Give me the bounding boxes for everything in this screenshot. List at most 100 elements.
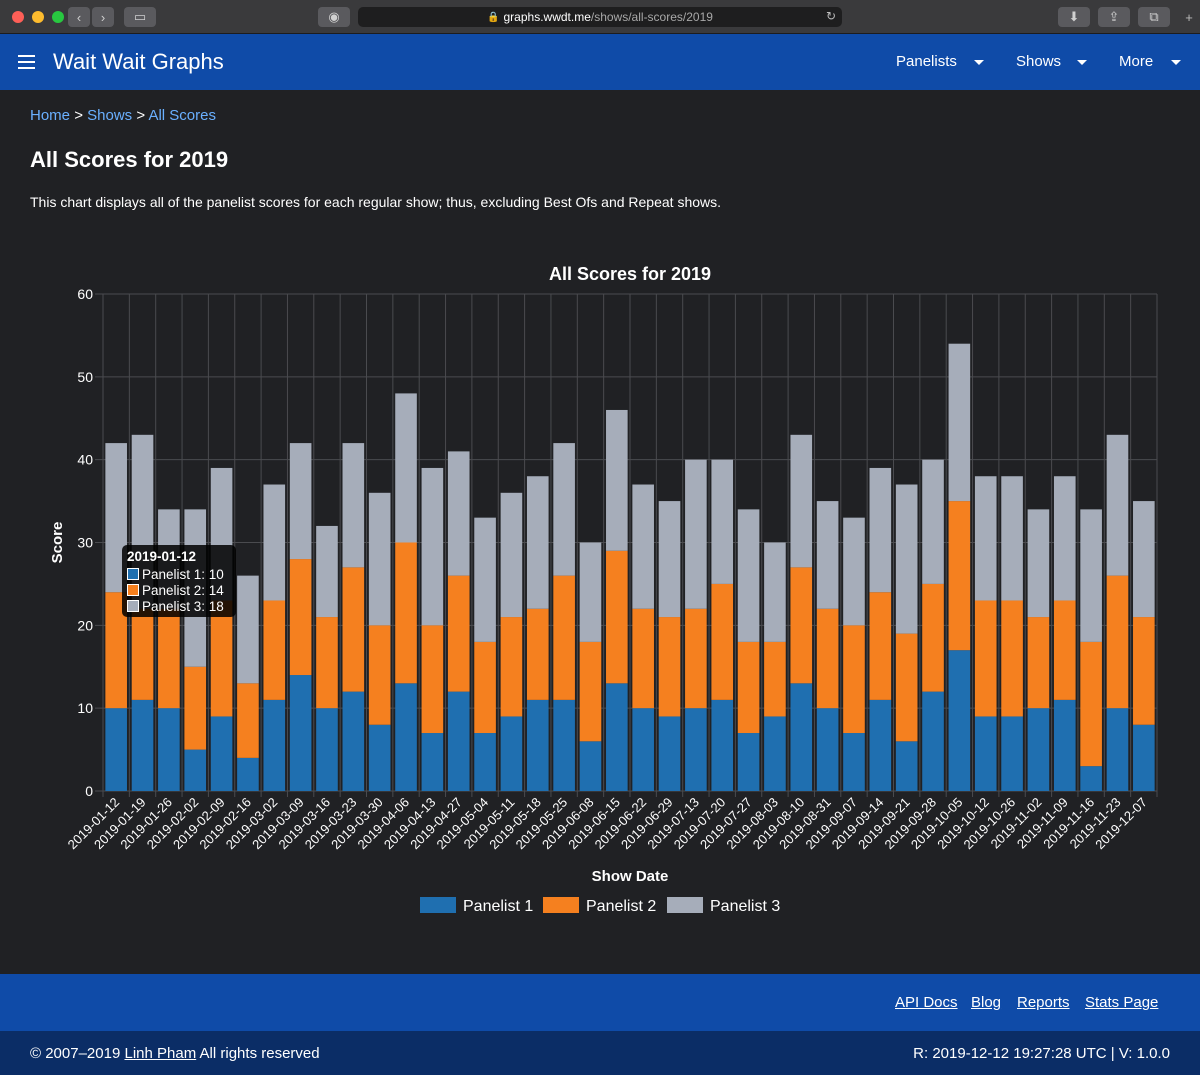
- y-tick-label: 60: [77, 286, 93, 302]
- chevron-down-icon[interactable]: [1077, 60, 1087, 65]
- bar-segment: [526, 608, 549, 700]
- back-icon[interactable]: ‹: [68, 7, 90, 27]
- footer-link-api-docs[interactable]: API Docs: [895, 994, 958, 1011]
- tabs-overview-icon[interactable]: ⧉: [1138, 7, 1170, 27]
- footer-link-stats-page[interactable]: Stats Page: [1085, 994, 1158, 1011]
- bar-segment: [816, 708, 839, 791]
- chevron-down-icon[interactable]: [974, 60, 984, 65]
- legend-swatch: [667, 897, 703, 913]
- bar-segment: [184, 749, 207, 791]
- chart-title: All Scores for 2019: [549, 264, 711, 284]
- bar-segment: [737, 509, 760, 642]
- zoom-window-button[interactable]: [52, 11, 64, 23]
- legend-label: Panelist 2: [586, 898, 656, 915]
- bar-segment: [395, 542, 417, 684]
- bar-segment: [263, 699, 286, 791]
- bar-segment: [553, 575, 575, 700]
- menu-icon[interactable]: [18, 55, 35, 69]
- minimize-window-button[interactable]: [32, 11, 44, 23]
- bar-segment: [500, 492, 523, 618]
- bar-segment: [1053, 476, 1076, 601]
- breadcrumb-home[interactable]: Home: [30, 107, 70, 124]
- bar-segment: [553, 699, 575, 791]
- tooltip-row: Panelist 1: 10: [127, 566, 231, 582]
- bar-segment: [131, 699, 154, 791]
- bar-segment: [447, 575, 470, 692]
- nav-more[interactable]: More: [1119, 53, 1153, 70]
- bar-segment: [210, 716, 233, 791]
- tooltip-row: Panelist 3: 18: [127, 598, 231, 614]
- bar-segment: [263, 484, 286, 601]
- bar-segment: [474, 517, 496, 642]
- bar-segment: [922, 459, 944, 584]
- bar-segment: [790, 434, 813, 568]
- bar-segment: [922, 691, 944, 791]
- bar-segment: [895, 633, 918, 742]
- bar-segment: [869, 699, 892, 791]
- tooltip-row-label: Panelist 2: 14: [142, 582, 224, 598]
- bar-segment: [632, 484, 654, 609]
- breadcrumb-shows[interactable]: Shows: [87, 107, 132, 124]
- bar-segment: [948, 650, 971, 791]
- share-icon[interactable]: ⇪: [1098, 7, 1130, 27]
- bar-segment: [342, 567, 365, 692]
- bar-segment: [447, 691, 470, 791]
- bar-segment: [711, 459, 734, 584]
- tooltip-swatch: [127, 568, 139, 580]
- downloads-icon[interactable]: ⬇: [1058, 7, 1090, 27]
- tooltip-swatch: [127, 600, 139, 612]
- bar-segment: [263, 600, 286, 700]
- bar-segment: [632, 608, 654, 709]
- bar-segment: [368, 724, 391, 791]
- bar-segment: [184, 666, 207, 750]
- address-bar[interactable]: 🔒 graphs.wwdt.me/shows/all-scores/2019 ↻: [358, 7, 842, 27]
- bar-segment: [1133, 724, 1155, 791]
- bar-segment: [711, 699, 734, 791]
- y-tick-label: 10: [77, 700, 93, 716]
- page-description: This chart displays all of the panelist …: [30, 194, 722, 210]
- x-axis-title: Show Date: [592, 868, 669, 885]
- bar-segment: [316, 617, 338, 709]
- bar-segment: [1106, 434, 1129, 576]
- bar-segment: [685, 459, 707, 609]
- bar-segment: [843, 517, 865, 626]
- breadcrumb-all-scores[interactable]: All Scores: [148, 107, 216, 124]
- bar-segment: [158, 708, 180, 791]
- reload-icon[interactable]: ↻: [826, 9, 836, 23]
- bar-segment: [658, 617, 681, 717]
- footer-link-reports[interactable]: Reports: [1017, 994, 1070, 1011]
- bar-segment: [606, 683, 628, 791]
- bar-segment: [737, 733, 760, 791]
- page-title: All Scores for 2019: [30, 147, 229, 172]
- close-window-button[interactable]: [12, 11, 24, 23]
- forward-icon[interactable]: ›: [92, 7, 114, 27]
- bar-segment: [289, 675, 312, 791]
- chevron-down-icon[interactable]: [1171, 60, 1181, 65]
- bar-segment: [395, 683, 417, 791]
- bar-segment: [843, 625, 865, 734]
- copyright: © 2007–2019 Linh Pham All rights reserve…: [30, 1045, 320, 1062]
- bar-segment: [869, 592, 892, 700]
- bar-segment: [1080, 641, 1102, 767]
- tooltip-row: Panelist 2: 14: [127, 582, 231, 598]
- new-tab-icon[interactable]: +: [1180, 7, 1198, 27]
- bar-segment: [316, 708, 338, 791]
- bar-segment: [764, 641, 786, 717]
- bar-segment: [447, 451, 470, 576]
- bar-segment: [474, 641, 496, 734]
- breadcrumb: Home > Shows > All Scores: [30, 107, 216, 124]
- bar-segment: [342, 691, 365, 791]
- brand-title[interactable]: Wait Wait Graphs: [53, 49, 224, 75]
- bar-segment: [1001, 600, 1023, 717]
- y-tick-label: 0: [85, 783, 93, 799]
- nav-panelists[interactable]: Panelists: [896, 53, 957, 70]
- breadcrumb-separator: >: [74, 107, 83, 124]
- nav-shows[interactable]: Shows: [1016, 53, 1061, 70]
- bar-segment: [368, 625, 391, 725]
- footer-link-blog[interactable]: Blog: [971, 994, 1001, 1011]
- sidebar-toggle-icon[interactable]: ▭: [124, 7, 156, 27]
- privacy-report-icon[interactable]: ◉: [318, 7, 350, 27]
- author-link[interactable]: Linh Pham: [124, 1045, 196, 1062]
- url-host: graphs.wwdt.me: [503, 10, 591, 24]
- bar-segment: [816, 501, 839, 609]
